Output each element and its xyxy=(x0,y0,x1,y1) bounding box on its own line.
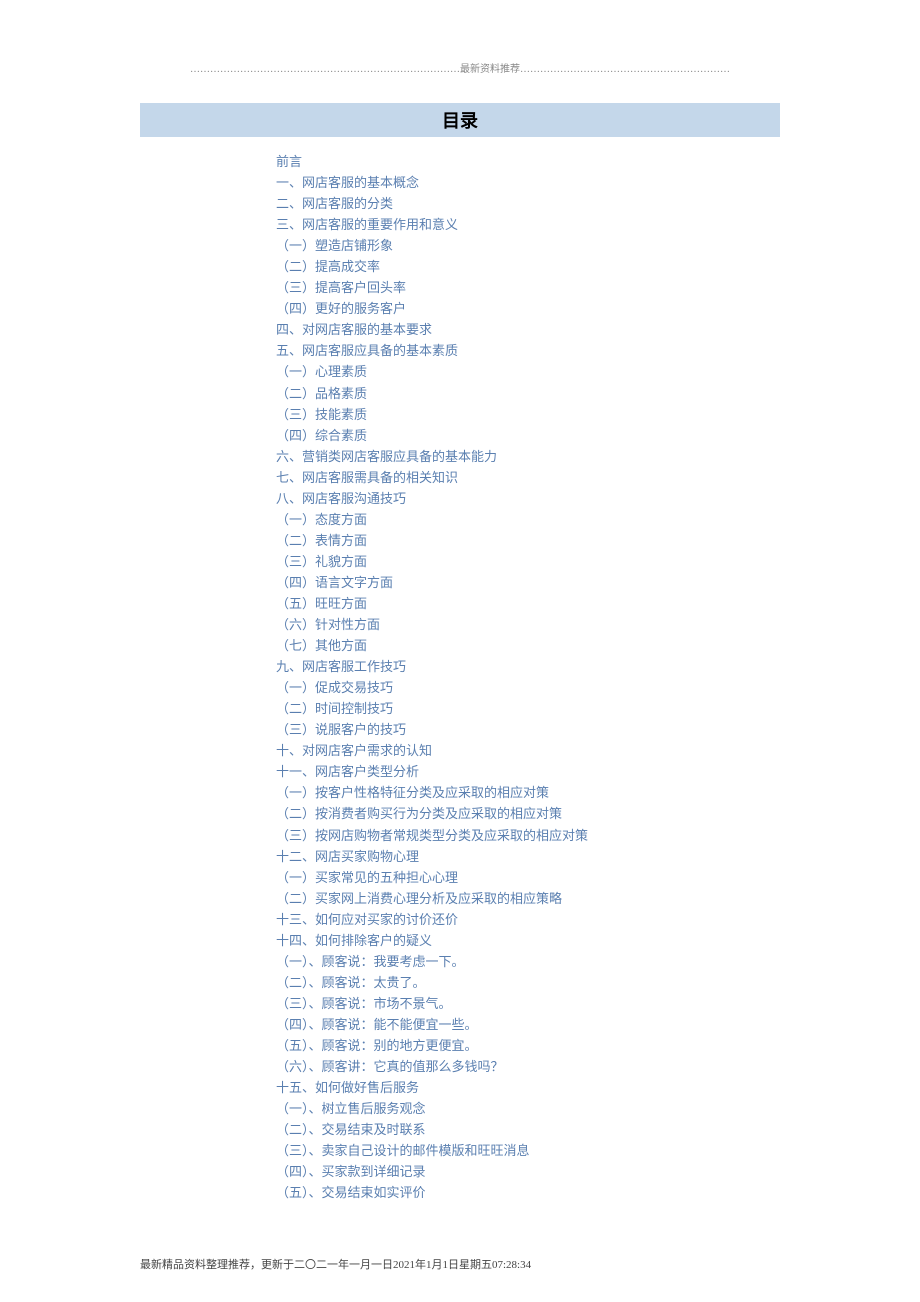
toc-item[interactable]: （六）、顾客讲：它真的值那么多钱吗？ xyxy=(276,1056,780,1077)
toc-item[interactable]: （四）语言文字方面 xyxy=(276,572,780,593)
toc-list: 前言一、网店客服的基本概念二、网店客服的分类三、网店客服的重要作用和意义（一）塑… xyxy=(276,151,780,1203)
toc-item[interactable]: （二）按消费者购买行为分类及应采取的相应对策 xyxy=(276,803,780,824)
toc-item[interactable]: 十、对网店客户需求的认知 xyxy=(276,740,780,761)
toc-item[interactable]: 九、网店客服工作技巧 xyxy=(276,656,780,677)
toc-item[interactable]: 十五、如何做好售后服务 xyxy=(276,1077,780,1098)
toc-item[interactable]: （一）塑造店铺形象 xyxy=(276,235,780,256)
toc-item[interactable]: 前言 xyxy=(276,151,780,172)
toc-item[interactable]: （五）旺旺方面 xyxy=(276,593,780,614)
header-rule: ………………………………………………………………………最新资料推荐…………………… xyxy=(140,60,780,75)
toc-item[interactable]: （一）按客户性格特征分类及应采取的相应对策 xyxy=(276,782,780,803)
toc-item[interactable]: （三）、卖家自己设计的邮件模版和旺旺消息 xyxy=(276,1140,780,1161)
toc-item[interactable]: （四）、买家款到详细记录 xyxy=(276,1161,780,1182)
toc-item[interactable]: 十三、如何应对买家的讨价还价 xyxy=(276,909,780,930)
toc-item[interactable]: （二）表情方面 xyxy=(276,530,780,551)
toc-item[interactable]: （四）综合素质 xyxy=(276,425,780,446)
toc-item[interactable]: 十一、网店客户类型分析 xyxy=(276,761,780,782)
toc-item[interactable]: （三）技能素质 xyxy=(276,404,780,425)
toc-item[interactable]: 一、网店客服的基本概念 xyxy=(276,172,780,193)
toc-item[interactable]: （四）更好的服务客户 xyxy=(276,298,780,319)
document-page: ………………………………………………………………………最新资料推荐…………………… xyxy=(140,60,780,1203)
toc-item[interactable]: （一）态度方面 xyxy=(276,509,780,530)
toc-item[interactable]: （一）、顾客说：我要考虑一下。 xyxy=(276,951,780,972)
toc-item[interactable]: 十四、如何排除客户的疑义 xyxy=(276,930,780,951)
toc-item[interactable]: （四）、顾客说：能不能便宜一些。 xyxy=(276,1014,780,1035)
toc-item[interactable]: （三）说服客户的技巧 xyxy=(276,719,780,740)
footer-text: 最新精品资料整理推荐，更新于二〇二一年一月一日2021年1月1日星期五07:28… xyxy=(140,1256,780,1272)
toc-item[interactable]: 五、网店客服应具备的基本素质 xyxy=(276,340,780,361)
toc-item[interactable]: 四、对网店客服的基本要求 xyxy=(276,319,780,340)
toc-item[interactable]: （一）买家常见的五种担心心理 xyxy=(276,867,780,888)
toc-item[interactable]: （三）提高客户回头率 xyxy=(276,277,780,298)
toc-item[interactable]: 八、网店客服沟通技巧 xyxy=(276,488,780,509)
toc-item[interactable]: （五）、顾客说：别的地方更便宜。 xyxy=(276,1035,780,1056)
toc-item[interactable]: （三）礼貌方面 xyxy=(276,551,780,572)
toc-item[interactable]: 七、网店客服需具备的相关知识 xyxy=(276,467,780,488)
toc-item[interactable]: 二、网店客服的分类 xyxy=(276,193,780,214)
toc-item[interactable]: （一）心理素质 xyxy=(276,361,780,382)
toc-item[interactable]: （五）、交易结束如实评价 xyxy=(276,1182,780,1203)
toc-item[interactable]: （一）促成交易技巧 xyxy=(276,677,780,698)
toc-item[interactable]: （二）买家网上消费心理分析及应采取的相应策略 xyxy=(276,888,780,909)
toc-item[interactable]: （二）、交易结束及时联系 xyxy=(276,1119,780,1140)
toc-item[interactable]: （三）、顾客说：市场不景气。 xyxy=(276,993,780,1014)
toc-item[interactable]: （二）提高成交率 xyxy=(276,256,780,277)
toc-item[interactable]: （七）其他方面 xyxy=(276,635,780,656)
toc-item[interactable]: （二）、顾客说：太贵了。 xyxy=(276,972,780,993)
toc-item[interactable]: 三、网店客服的重要作用和意义 xyxy=(276,214,780,235)
toc-item[interactable]: （二）品格素质 xyxy=(276,383,780,404)
toc-item[interactable]: （三）按网店购物者常规类型分类及应采取的相应对策 xyxy=(276,825,780,846)
toc-item[interactable]: 十二、网店买家购物心理 xyxy=(276,846,780,867)
toc-item[interactable]: （一）、树立售后服务观念 xyxy=(276,1098,780,1119)
toc-item[interactable]: 六、营销类网店客服应具备的基本能力 xyxy=(276,446,780,467)
toc-title-bar: 目录 xyxy=(140,103,780,137)
toc-item[interactable]: （二）时间控制技巧 xyxy=(276,698,780,719)
toc-item[interactable]: （六）针对性方面 xyxy=(276,614,780,635)
